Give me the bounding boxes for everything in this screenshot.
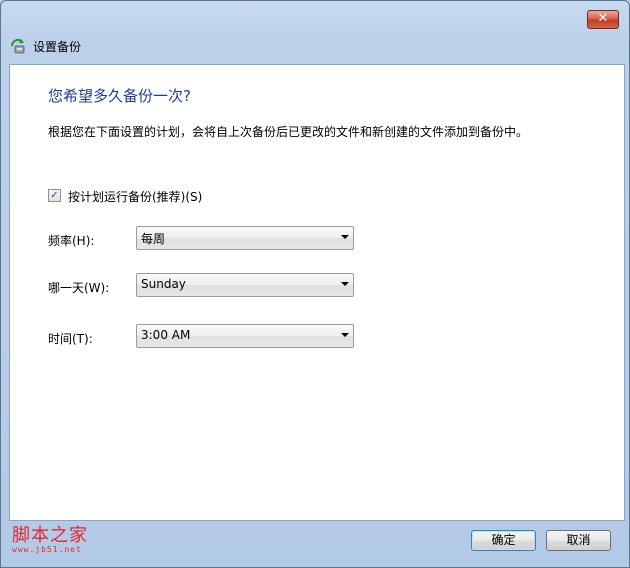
- check-icon: ✓: [50, 190, 59, 201]
- button-bar: 脚本之家 www.jb51.net 确定 取消: [9, 520, 623, 562]
- frequency-dropdown[interactable]: 每周: [136, 226, 354, 250]
- watermark-url: www.jb51.net: [12, 545, 82, 554]
- time-label: 时间(T):: [48, 332, 93, 346]
- content-panel: 您希望多久备份一次? 根据您在下面设置的计划，会将自上次备份后已更改的文件和新创…: [9, 64, 625, 521]
- ok-button[interactable]: 确定: [471, 530, 536, 551]
- day-label: 哪一天(W):: [48, 281, 110, 295]
- watermark-logo: 脚本之家 www.jb51.net: [12, 521, 88, 554]
- day-dropdown[interactable]: Sunday: [136, 273, 354, 297]
- frequency-label: 频率(H):: [48, 234, 95, 248]
- page-heading: 您希望多久备份一次?: [48, 87, 191, 105]
- backup-icon: [10, 38, 25, 54]
- close-button[interactable]: ✕: [587, 10, 619, 29]
- title-bar[interactable]: ✕: [1, 1, 629, 31]
- cancel-button[interactable]: 取消: [546, 530, 611, 551]
- chevron-down-icon: [341, 235, 349, 239]
- dialog-header: 设置备份: [9, 33, 621, 61]
- close-icon: ✕: [597, 11, 609, 26]
- chevron-down-icon: [341, 333, 349, 337]
- schedule-checkbox-label[interactable]: 按计划运行备份(推荐)(S): [68, 188, 202, 205]
- watermark-text: 脚本之家: [12, 525, 88, 546]
- description-text: 根据您在下面设置的计划，会将自上次备份后已更改的文件和新创建的文件添加到备份中。: [48, 125, 529, 139]
- time-dropdown[interactable]: 3:00 AM: [136, 324, 354, 348]
- window-title: 设置备份: [33, 40, 82, 54]
- frequency-value: 每周: [141, 232, 166, 246]
- window-frame: ✕ 设置备份 您希望多久备份一次? 根据您在下面设置的计划，会将自上次备份后已更…: [0, 0, 630, 568]
- chevron-down-icon: [341, 282, 349, 286]
- time-value: 3:00 AM: [141, 328, 191, 342]
- day-value: Sunday: [141, 277, 186, 291]
- schedule-checkbox[interactable]: ✓: [48, 189, 61, 202]
